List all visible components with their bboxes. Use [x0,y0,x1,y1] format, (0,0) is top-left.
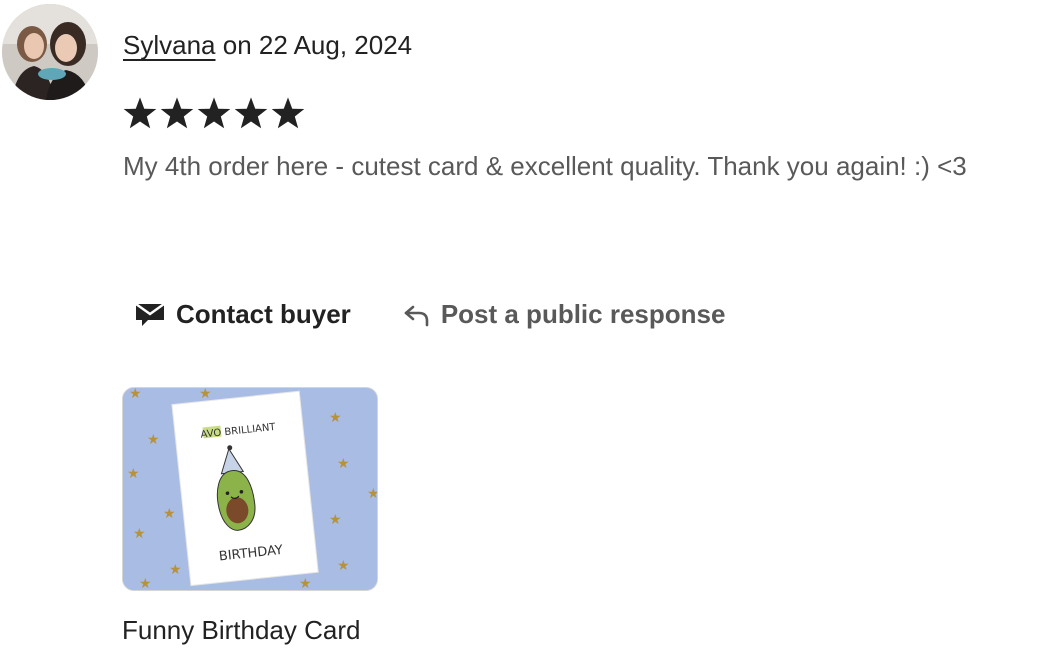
review-actions: Contact buyer Post a public response [134,296,725,332]
product-title-link[interactable]: Funny Birthday Card [122,613,360,647]
review-text: My 4th order here - cutest card & excell… [123,151,967,181]
star-icon [271,97,305,129]
review-byline: Sylvana on 22 Aug, 2024 [123,29,412,61]
svg-text:★: ★ [199,388,212,402]
reviewer-avatar[interactable] [2,4,98,100]
svg-text:★: ★ [163,506,176,522]
envelope-icon [134,300,166,328]
svg-text:★: ★ [329,410,342,426]
star-icon [234,97,268,129]
svg-text:★: ★ [147,432,160,448]
product-image: ★ ★ ★ ★ ★ ★ ★ ★ ★ ★ ★ ★ ★ ★ AVO BRILLIAN… [123,388,378,591]
post-public-response-label: Post a public response [440,298,726,329]
svg-text:★: ★ [299,576,312,591]
svg-text:★: ★ [367,486,378,502]
avatar-photo [2,4,98,100]
svg-text:★: ★ [133,526,146,542]
svg-text:★: ★ [337,456,350,472]
star-rating [123,96,305,132]
svg-text:★: ★ [129,388,142,402]
svg-text:★: ★ [127,466,140,482]
product-thumbnail[interactable]: ★ ★ ★ ★ ★ ★ ★ ★ ★ ★ ★ ★ ★ ★ AVO BRILLIAN… [122,387,378,591]
post-public-response-button[interactable]: Post a public response [403,298,726,330]
svg-text:★: ★ [337,558,350,574]
star-icon [197,97,231,129]
contact-buyer-label: Contact buyer [176,298,351,329]
reviewer-name-link[interactable]: Sylvana [123,30,216,60]
svg-text:★: ★ [169,562,182,578]
star-icon [160,97,194,129]
review-date: on 22 Aug, 2024 [222,30,413,60]
star-icon [123,97,157,129]
svg-text:★: ★ [139,576,152,591]
reply-arrow-icon [403,301,431,327]
svg-text:★: ★ [329,512,342,528]
contact-buyer-button[interactable]: Contact buyer [134,299,351,330]
